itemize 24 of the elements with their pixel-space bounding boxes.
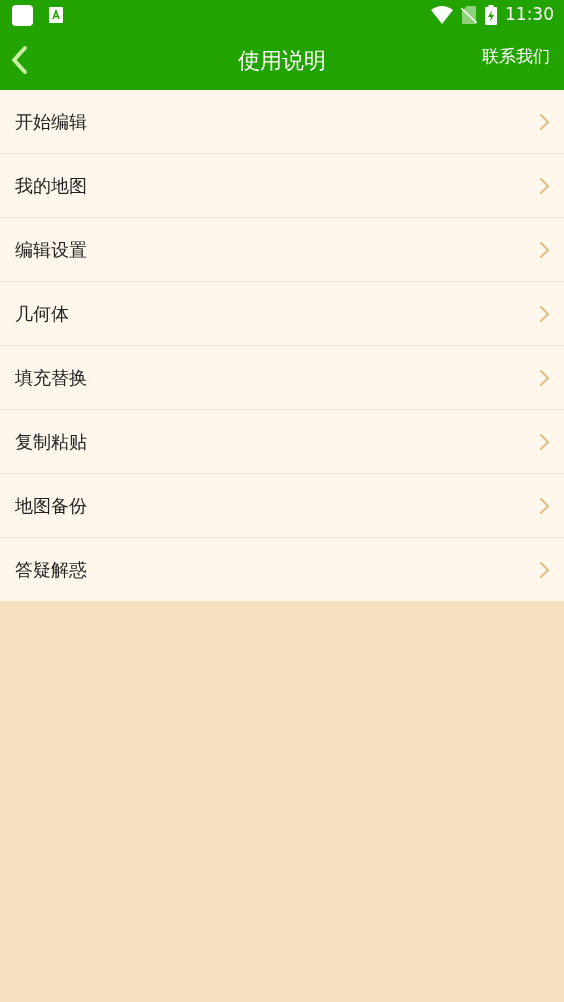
chevron-right-icon xyxy=(539,176,550,195)
menu-item[interactable]: 编辑设置 xyxy=(0,218,564,282)
menu-item[interactable]: 几何体 xyxy=(0,282,564,346)
back-icon[interactable] xyxy=(10,45,28,75)
menu-item[interactable]: 填充替换 xyxy=(0,346,564,410)
battery-icon xyxy=(485,5,497,25)
chevron-right-icon xyxy=(539,112,550,131)
notification-icon xyxy=(49,7,63,23)
chevron-right-icon xyxy=(539,496,550,515)
page-title: 使用说明 xyxy=(238,46,326,75)
menu-item[interactable]: 答疑解惑 xyxy=(0,538,564,602)
chevron-right-icon xyxy=(539,432,550,451)
menu-item[interactable]: 复制粘贴 xyxy=(0,410,564,474)
chevron-right-icon xyxy=(539,560,550,579)
chevron-right-icon xyxy=(539,368,550,387)
wifi-icon xyxy=(431,6,453,24)
menu-item[interactable]: 地图备份 xyxy=(0,474,564,538)
menu-item[interactable]: 开始编辑 xyxy=(0,90,564,154)
chevron-right-icon xyxy=(539,304,550,323)
app-icon xyxy=(12,4,33,26)
no-sim-icon xyxy=(461,6,477,24)
menu-item[interactable]: 我的地图 xyxy=(0,154,564,218)
clock-time: 11:30 xyxy=(505,3,554,27)
chevron-right-icon xyxy=(539,240,550,259)
